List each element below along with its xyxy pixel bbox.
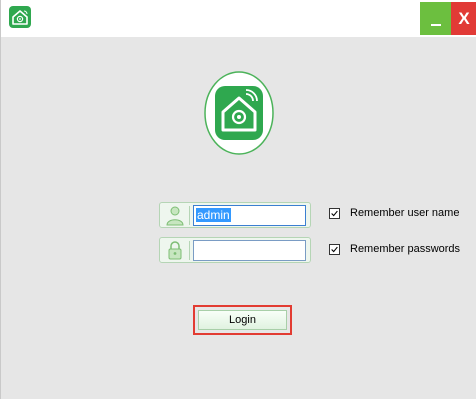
remember-password-checkbox[interactable] [329, 244, 340, 255]
remember-user-label: Remember user name [350, 207, 460, 219]
lock-icon [168, 241, 182, 260]
remember-password-label: Remember passwords [350, 243, 461, 255]
login-window: X admin Remember user name Remember pass… [0, 0, 476, 399]
checkmark-icon [331, 210, 338, 217]
close-icon: X [458, 8, 470, 28]
password-input[interactable] [193, 240, 306, 261]
field-divider [189, 241, 190, 260]
login-button-highlight: Login [193, 305, 292, 335]
minimize-button[interactable] [420, 2, 451, 35]
close-button[interactable]: X [451, 2, 476, 35]
house-wifi-icon [9, 6, 31, 28]
minimize-icon [430, 23, 441, 26]
field-divider [189, 206, 190, 225]
password-field [159, 237, 311, 263]
checkmark-icon [331, 246, 338, 253]
remember-user-checkbox[interactable] [329, 208, 340, 219]
username-field: admin [159, 202, 311, 228]
username-input[interactable]: admin [193, 205, 306, 226]
user-icon [166, 206, 184, 226]
title-bar[interactable]: X [1, 0, 476, 37]
app-logo [204, 71, 274, 155]
login-button[interactable]: Login [198, 310, 287, 330]
